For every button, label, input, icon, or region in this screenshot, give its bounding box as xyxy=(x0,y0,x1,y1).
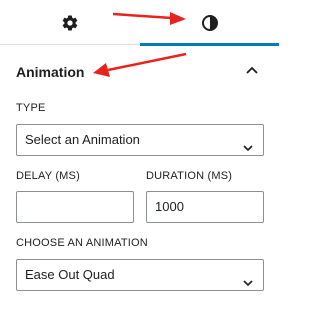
half-circle-icon xyxy=(201,14,219,32)
panel-title: Animation xyxy=(16,64,85,80)
duration-input-value: 1000 xyxy=(155,199,184,214)
delay-input[interactable] xyxy=(16,191,134,223)
type-select-value: Select an Animation xyxy=(25,132,140,147)
tab-styles[interactable] xyxy=(140,0,279,46)
choose-animation-value: Ease Out Quad xyxy=(25,267,115,282)
choose-animation-label: CHOOSE AN ANIMATION xyxy=(16,237,148,249)
type-label: TYPE xyxy=(16,102,46,114)
duration-label: DURATION (MS) xyxy=(146,170,233,182)
chevron-down-icon xyxy=(242,270,254,300)
animation-panel-toggle[interactable]: Animation xyxy=(0,46,279,98)
chevron-up-icon xyxy=(245,64,259,83)
tab-settings[interactable] xyxy=(0,0,139,45)
chevron-down-icon xyxy=(242,135,254,165)
duration-input[interactable]: 1000 xyxy=(146,191,264,223)
delay-label: DELAY (MS) xyxy=(16,170,80,182)
gear-icon xyxy=(61,14,79,32)
sidebar-tabs xyxy=(0,0,279,46)
choose-animation-select[interactable]: Ease Out Quad xyxy=(16,259,264,291)
type-select[interactable]: Select an Animation xyxy=(16,124,264,156)
